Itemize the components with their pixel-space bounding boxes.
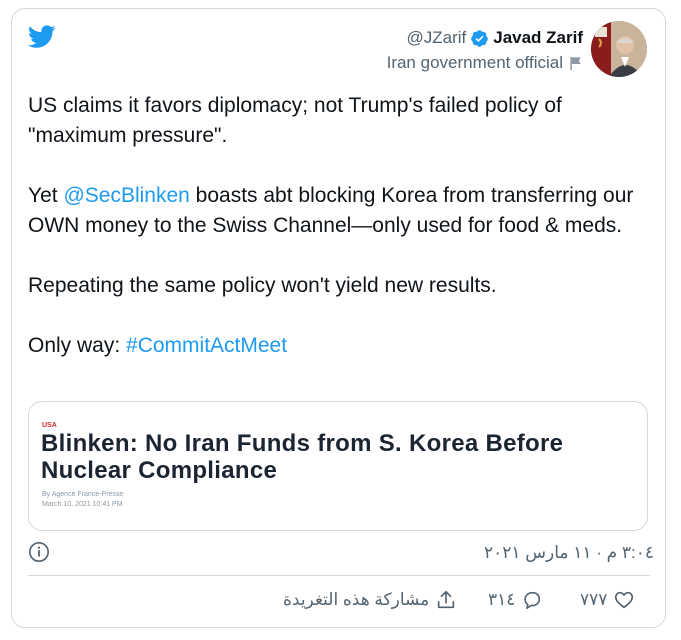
verified-badge-icon	[471, 29, 489, 47]
avatar-image	[591, 21, 647, 77]
tweet-text-segment: Yet	[28, 184, 64, 207]
article-kicker: USA	[42, 422, 57, 429]
info-icon[interactable]	[28, 541, 50, 563]
author-display-name[interactable]: Javad Zarif	[493, 27, 583, 49]
action-bar: مشاركة هذه التغريدة ٣١٤ ٧٧٧	[28, 589, 650, 615]
share-label: مشاركة هذه التغريدة	[283, 590, 430, 609]
tweet-paragraph-4: Only way: #CommitActMeet	[28, 331, 658, 361]
article-embed-card[interactable]: USA Blinken: No Iran Funds from S. Korea…	[28, 401, 648, 531]
tweet-text: US claims it favors diplomacy; not Trump…	[28, 91, 658, 361]
like-button[interactable]: ٧٧٧	[580, 589, 635, 611]
tweet-meta: ٣:٠٤ م · ١١ مارس ٢٠٢١	[28, 541, 654, 565]
tweet-text-segment: Only way:	[28, 334, 127, 357]
mention-link[interactable]: @SecBlinken	[63, 184, 189, 207]
reply-count: ٣١٤	[488, 590, 516, 609]
twitter-bird-icon[interactable]	[28, 25, 56, 49]
tweet-timestamp[interactable]: ٣:٠٤ م · ١١ مارس ٢٠٢١	[484, 543, 654, 563]
tweet-paragraph-2: Yet @SecBlinken boasts abt blocking Kore…	[28, 181, 658, 241]
author-handle[interactable]: @JZarif	[406, 27, 466, 49]
heart-icon	[615, 591, 634, 609]
tweet-paragraph-1: US claims it favors diplomacy; not Trump…	[28, 94, 562, 147]
affiliation-label: Iran government official	[387, 53, 583, 73]
like-count: ٧٧٧	[580, 590, 608, 609]
reply-icon	[524, 591, 541, 610]
tweet-card: @JZarif Javad Zarif Iran government offi…	[11, 8, 666, 628]
article-title: Blinken: No Iran Funds from S. Korea Bef…	[41, 430, 564, 484]
article-byline: By Agence France-Presse March 10, 2021 1…	[42, 490, 123, 510]
affiliation-text: Iran government official	[386, 53, 563, 72]
author-name-line[interactable]: @JZarif Javad Zarif	[387, 27, 583, 49]
share-button[interactable]: مشاركة هذه التغريدة	[283, 589, 457, 611]
tweet-paragraph-3: Repeating the same policy won't yield ne…	[28, 274, 497, 297]
reply-button[interactable]: ٣١٤	[488, 589, 543, 611]
share-icon	[438, 590, 455, 609]
article-author: By Agence France-Presse	[42, 491, 124, 498]
author-header: @JZarif Javad Zarif Iran government offi…	[387, 27, 583, 73]
article-date: March 10, 2021 10:41 PM	[42, 501, 123, 508]
divider	[28, 575, 650, 576]
flag-icon	[570, 56, 581, 70]
author-avatar[interactable]	[591, 21, 647, 77]
hashtag-link[interactable]: #CommitActMeet	[126, 334, 287, 357]
